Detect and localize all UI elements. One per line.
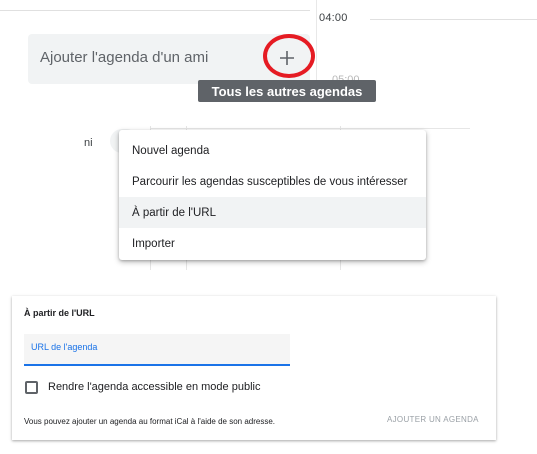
time-label: 04:00 [319,12,348,24]
calendar-url-label: URL de l'agenda [31,342,98,352]
menu-item-import[interactable]: Importer [119,228,426,259]
background-partial-text: ni [84,137,93,149]
add-calendar-menu: Nouvel agenda Parcourir les agendas susc… [119,130,426,260]
menu-item-new-calendar[interactable]: Nouvel agenda [119,135,426,166]
tooltip: Tous les autres agendas [198,80,376,102]
divider-top [0,10,310,11]
public-access-checkbox[interactable] [25,381,38,394]
panel-title: À partir de l'URL [24,308,95,318]
add-calendar-button[interactable] [268,40,306,76]
help-text: Vous pouvez ajouter un agenda au format … [24,417,276,426]
menu-item-from-url[interactable]: À partir de l'URL [119,197,426,228]
add-calendar-submit-button[interactable]: AJOUTER UN AGENDA [387,415,479,424]
grid-line [150,128,470,129]
hour-gridline [370,19,537,20]
public-access-label: Rendre l'agenda accessible en mode publi… [48,381,261,393]
menu-item-browse-calendars[interactable]: Parcourir les agendas susceptibles de vo… [119,166,426,197]
add-friend-calendar-label: Ajouter l'agenda d'un ami [40,49,209,66]
plus-icon [280,51,294,65]
